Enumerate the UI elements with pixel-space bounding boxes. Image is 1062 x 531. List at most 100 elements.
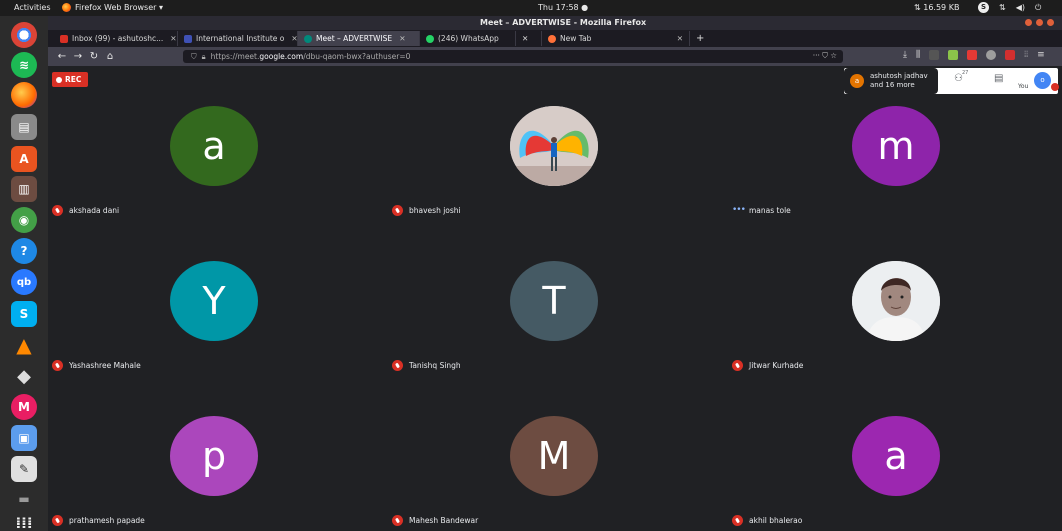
chrome-icon[interactable] <box>11 22 37 48</box>
tab-label: New Tab <box>560 34 592 43</box>
participant-name-row: akhil bhalerao <box>732 515 802 526</box>
mail-icon[interactable]: M <box>11 394 37 420</box>
mute-icon[interactable]: ✕ <box>522 34 528 43</box>
participant-tile[interactable]: Jitwar Kurhade <box>728 221 1062 373</box>
window-titlebar[interactable]: Meet – ADVERTWISE - Mozilla Firefox <box>48 16 1062 30</box>
software-center-icon[interactable]: A <box>11 146 37 172</box>
extensions-overflow-icon[interactable]: ⦙⦙ <box>1024 50 1028 60</box>
help-icon[interactable]: ? <box>11 238 37 264</box>
firefox-dock-icon[interactable] <box>11 82 37 108</box>
participant-tile[interactable]: bhavesh joshi <box>388 66 728 218</box>
participant-tile[interactable]: a akshada dani <box>48 66 388 218</box>
network-icon[interactable]: ⇅ <box>999 3 1006 12</box>
android-icon[interactable]: ◉ <box>11 207 37 233</box>
tab-label: Inbox (99) - ashutoshc... <box>72 34 164 43</box>
tab-meet[interactable]: Meet – ADVERTWISE ✕ <box>298 31 420 46</box>
participant-tile[interactable]: a akhil bhalerao <box>728 376 1062 528</box>
extension-icon[interactable] <box>948 50 959 60</box>
home-button[interactable]: ⌂ <box>102 51 118 62</box>
usb-icon[interactable]: ▬ <box>11 486 37 512</box>
close-tab-icon[interactable]: ✕ <box>677 34 683 43</box>
inkscape-icon[interactable]: ◆ <box>11 363 37 389</box>
tab-gmail[interactable]: Inbox (99) - ashutoshc... ✕ <box>54 31 178 46</box>
library-toolbar-icon[interactable]: ⫼ <box>916 50 920 60</box>
volume-icon[interactable]: ◀) <box>1016 3 1025 12</box>
participant-name-row: Jitwar Kurhade <box>732 360 803 371</box>
meet-grid: REC a ashutosh jadhav and 16 more ⚇ 27 ▤… <box>48 66 1062 531</box>
participant-tile[interactable]: T Tanishq Singh <box>388 221 728 373</box>
meet-icon <box>304 34 312 43</box>
participant-name: Mahesh Bandewar <box>409 516 479 525</box>
institute-icon <box>184 34 192 43</box>
reload-button[interactable]: ↻ <box>86 51 102 62</box>
clock[interactable]: Thu 17:58 ● <box>538 3 588 12</box>
participant-name: Jitwar Kurhade <box>749 361 804 370</box>
close-tab-icon[interactable]: ✕ <box>170 34 176 43</box>
app-menu[interactable]: Firefox Web Browser ▾ <box>62 3 163 12</box>
window-title: Meet – ADVERTWISE - Mozilla Firefox <box>480 18 647 27</box>
mic-off-icon <box>52 205 63 216</box>
new-tab-button[interactable]: + <box>690 33 710 44</box>
extension-icon[interactable] <box>986 50 997 60</box>
participant-name-row: akshada dani <box>52 205 119 216</box>
minimize-button[interactable] <box>1025 19 1032 26</box>
show-apps-icon[interactable]: ⁞⁞⁞ <box>11 510 37 531</box>
forward-button[interactable]: → <box>70 51 86 62</box>
files-icon[interactable]: ▤ <box>11 114 37 140</box>
back-button[interactable]: ← <box>54 51 70 62</box>
skype-tray-icon[interactable]: S <box>978 2 989 13</box>
extension-icon[interactable] <box>967 50 978 60</box>
mic-off-icon <box>392 205 403 216</box>
mic-off-icon <box>392 515 403 526</box>
participant-tile[interactable]: m ••• manas tole <box>728 66 1062 218</box>
vlc-icon[interactable]: ▲ <box>11 332 37 358</box>
tab-label: Meet – ADVERTWISE <box>316 34 393 43</box>
participant-tile[interactable]: p prathamesh papade <box>48 376 388 528</box>
participant-tile[interactable]: M Mahesh Bandewar <box>388 376 728 528</box>
tab-muted[interactable]: ✕ <box>516 31 542 46</box>
menu-icon[interactable]: ≡ <box>1037 50 1045 60</box>
virtualbox-icon[interactable]: ▣ <box>11 425 37 451</box>
url-bar[interactable]: ⛉ 🔒︎ https://meet.google.com/dbu-qaom-bw… <box>183 50 843 63</box>
participant-avatar: a <box>852 416 940 496</box>
tab-label: (246) WhatsApp <box>438 34 499 43</box>
activities-button[interactable]: Activities <box>14 3 51 12</box>
extension-icon[interactable] <box>1005 50 1016 60</box>
network-speed: ⇅ 16.59 KB <box>914 3 960 12</box>
firefox-icon <box>62 3 71 12</box>
window-controls[interactable] <box>1025 19 1054 26</box>
qbittorrent-icon[interactable]: qb <box>11 269 37 295</box>
tab-institute[interactable]: International Institute o ✕ <box>178 31 298 46</box>
mic-off-icon <box>732 360 743 371</box>
participant-avatar: Y <box>170 261 258 341</box>
power-icon[interactable]: ⏻ <box>1035 3 1041 13</box>
lock-icon[interactable]: 🔒︎ <box>202 52 206 62</box>
sidebar-icon[interactable] <box>929 50 940 60</box>
bookmark-star-icon[interactable]: ··· ⛉ ☆ <box>813 51 837 61</box>
close-tab-icon[interactable]: ✕ <box>399 34 405 43</box>
downloads-icon[interactable]: ⤓ <box>903 50 907 60</box>
tab-new[interactable]: New Tab ✕ <box>542 31 690 46</box>
firefox-tab-icon <box>548 34 556 43</box>
participant-name-row: Yashashree Mahale <box>52 360 141 371</box>
tab-whatsapp[interactable]: (246) WhatsApp <box>420 31 516 46</box>
navigation-bar: ← → ↻ ⌂ ⛉ 🔒︎ https://meet.google.com/dbu… <box>48 47 1062 66</box>
url-prefix: https://meet. <box>210 52 260 61</box>
maximize-button[interactable] <box>1036 19 1043 26</box>
gmail-icon <box>60 34 68 43</box>
participant-avatar: M <box>510 416 598 496</box>
participant-avatar: m <box>852 106 940 186</box>
shield-icon[interactable]: ⛉ <box>191 52 197 62</box>
close-button[interactable] <box>1047 19 1054 26</box>
library-icon[interactable]: ▥ <box>11 176 37 202</box>
skype-icon[interactable]: S <box>11 301 37 327</box>
close-tab-icon[interactable]: ✕ <box>291 34 297 43</box>
system-tray[interactable]: S ⇅ ◀) ⏻ <box>978 2 1041 13</box>
text-editor-icon[interactable]: ✎ <box>11 456 37 482</box>
participant-tile[interactable]: Y Yashashree Mahale <box>48 221 388 373</box>
tab-label: International Institute o <box>196 34 285 43</box>
participant-name: bhavesh joshi <box>409 206 461 215</box>
participant-name: akhil bhalerao <box>749 516 803 525</box>
spotify-icon[interactable]: ≋ <box>11 52 37 78</box>
participant-name-row: bhavesh joshi <box>392 205 461 216</box>
